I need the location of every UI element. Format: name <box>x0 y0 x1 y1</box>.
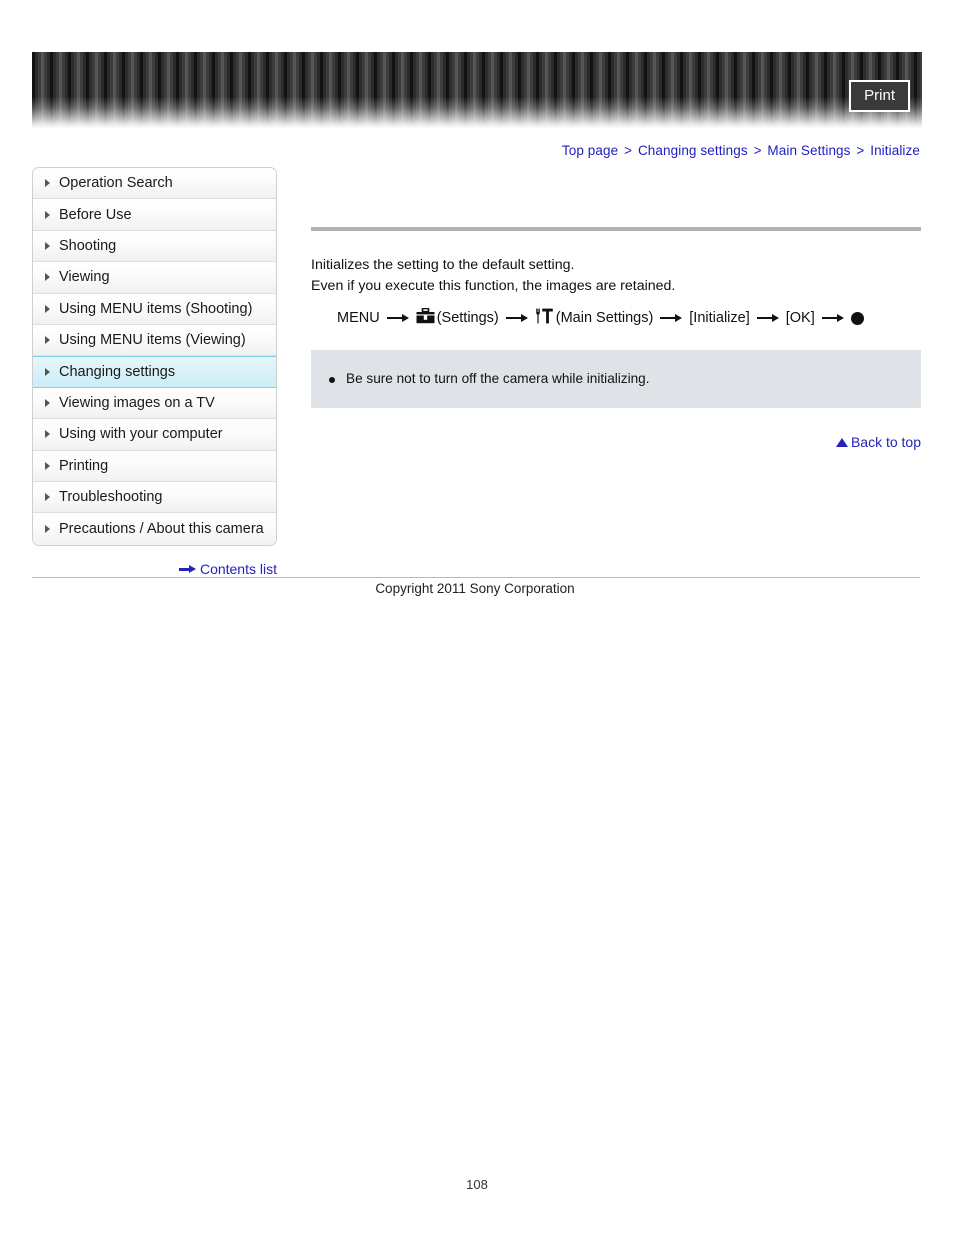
sidebar-item-printing[interactable]: Printing <box>33 450 276 482</box>
print-button[interactable]: Print <box>849 80 910 112</box>
note-box: Be sure not to turn off the camera while… <box>311 350 921 408</box>
content-divider <box>311 227 921 231</box>
menu-path-menu-label: MENU <box>337 310 380 326</box>
main-content: Initializes the setting to the default s… <box>311 167 921 450</box>
sidebar-item-viewing[interactable]: Viewing <box>33 262 276 294</box>
breadcrumb-item-top-page[interactable]: Top page <box>562 143 618 158</box>
menu-path-initialize-label: [Initialize] <box>689 310 750 326</box>
bullet-icon <box>329 377 335 383</box>
sidebar-item-using-with-your-computer[interactable]: Using with your computer <box>33 419 276 451</box>
triangle-right-icon <box>45 179 50 188</box>
menu-path-main-settings-label: (Main Settings) <box>555 310 654 326</box>
breadcrumb-separator: > <box>856 143 865 158</box>
triangle-right-icon <box>45 241 50 250</box>
sidebar-item-label: Precautions / About this camera <box>59 520 264 537</box>
breadcrumb-item-initialize[interactable]: Initialize <box>870 143 920 158</box>
triangle-right-icon <box>45 210 50 219</box>
sidebar-item-label: Using MENU items (Viewing) <box>59 332 246 349</box>
sidebar-item-label: Viewing <box>59 269 110 286</box>
breadcrumb-separator: > <box>624 143 633 158</box>
arrow-right-icon <box>178 564 196 574</box>
sidebar-item-precautions-about-this-camera[interactable]: Precautions / About this camera <box>33 513 276 545</box>
triangle-up-icon <box>835 437 848 447</box>
sidebar-item-viewing-images-on-a-tv[interactable]: Viewing images on a TV <box>33 387 276 420</box>
wrench-hammer-main-settings-icon <box>535 308 554 328</box>
sidebar-item-label: Using MENU items (Shooting) <box>59 300 253 317</box>
triangle-right-icon <box>45 430 50 439</box>
header-banner: Print <box>32 52 922 129</box>
breadcrumb-separator: > <box>753 143 762 158</box>
sidebar-item-label: Changing settings <box>59 364 176 381</box>
contents-list-link[interactable]: Contents list <box>200 561 277 577</box>
breadcrumb: Top page > Changing settings > Main Sett… <box>0 143 920 158</box>
sidebar-item-troubleshooting[interactable]: Troubleshooting <box>33 481 276 514</box>
toolbox-settings-icon <box>416 307 435 328</box>
sidebar-item-operation-search[interactable]: Operation Search <box>33 168 276 200</box>
sidebar-item-using-menu-items-viewing[interactable]: Using MENU items (Viewing) <box>33 324 276 357</box>
copyright-text: Copyright 2011 Sony Corporation <box>375 581 575 596</box>
sidebar-item-shooting[interactable]: Shooting <box>33 230 276 263</box>
arrow-right-icon <box>505 313 528 323</box>
triangle-right-icon <box>45 273 50 282</box>
sidebar-item-label: Shooting <box>59 237 117 254</box>
arrow-right-icon <box>660 313 683 323</box>
menu-path-ok-label: [OK] <box>785 310 815 326</box>
sidebar: Operation Search Before Use Shooting Vie… <box>32 167 277 546</box>
page-number: 108 <box>466 1177 488 1192</box>
breadcrumb-item-changing-settings[interactable]: Changing settings <box>638 143 748 158</box>
note-line: Be sure not to turn off the camera while… <box>311 371 921 386</box>
triangle-right-icon <box>45 336 50 345</box>
sidebar-item-changing-settings[interactable]: Changing settings <box>33 356 276 388</box>
sidebar-item-label: Operation Search <box>59 175 173 192</box>
contents-list-row: Contents list <box>32 561 277 577</box>
triangle-right-icon <box>45 524 50 533</box>
footer-divider <box>32 577 920 578</box>
arrow-right-icon <box>756 313 779 323</box>
triangle-right-icon <box>45 304 50 313</box>
arrow-right-icon <box>386 313 409 323</box>
sidebar-item-label: Before Use <box>59 206 132 223</box>
triangle-right-icon <box>45 493 50 502</box>
triangle-right-icon <box>45 398 50 407</box>
arrow-right-icon <box>821 313 844 323</box>
breadcrumb-item-main-settings[interactable]: Main Settings <box>767 143 850 158</box>
sidebar-item-before-use[interactable]: Before Use <box>33 199 276 231</box>
back-to-top-row: Back to top <box>311 434 921 450</box>
sidebar-item-label: Using with your computer <box>59 426 223 443</box>
filled-circle-icon <box>850 311 864 325</box>
intro-line-2: Even if you execute this function, the i… <box>311 277 676 294</box>
sidebar-item-label: Troubleshooting <box>59 489 163 506</box>
intro-line-1: Initializes the setting to the default s… <box>311 257 575 273</box>
intro-block: Initializes the setting to the default s… <box>311 255 921 296</box>
menu-path: MENU (Settings) (Main Settings) [Initial… <box>337 307 921 328</box>
back-to-top-link[interactable]: Back to top <box>851 434 921 450</box>
sidebar-item-label: Printing <box>59 457 109 474</box>
triangle-right-icon <box>45 461 50 470</box>
menu-path-settings-label: (Settings) <box>436 310 499 326</box>
sidebar-item-label: Viewing images on a TV <box>59 394 215 411</box>
sidebar-item-using-menu-items-shooting[interactable]: Using MENU items (Shooting) <box>33 293 276 325</box>
note-text: Be sure not to turn off the camera while… <box>346 371 650 386</box>
triangle-right-icon <box>45 368 50 377</box>
